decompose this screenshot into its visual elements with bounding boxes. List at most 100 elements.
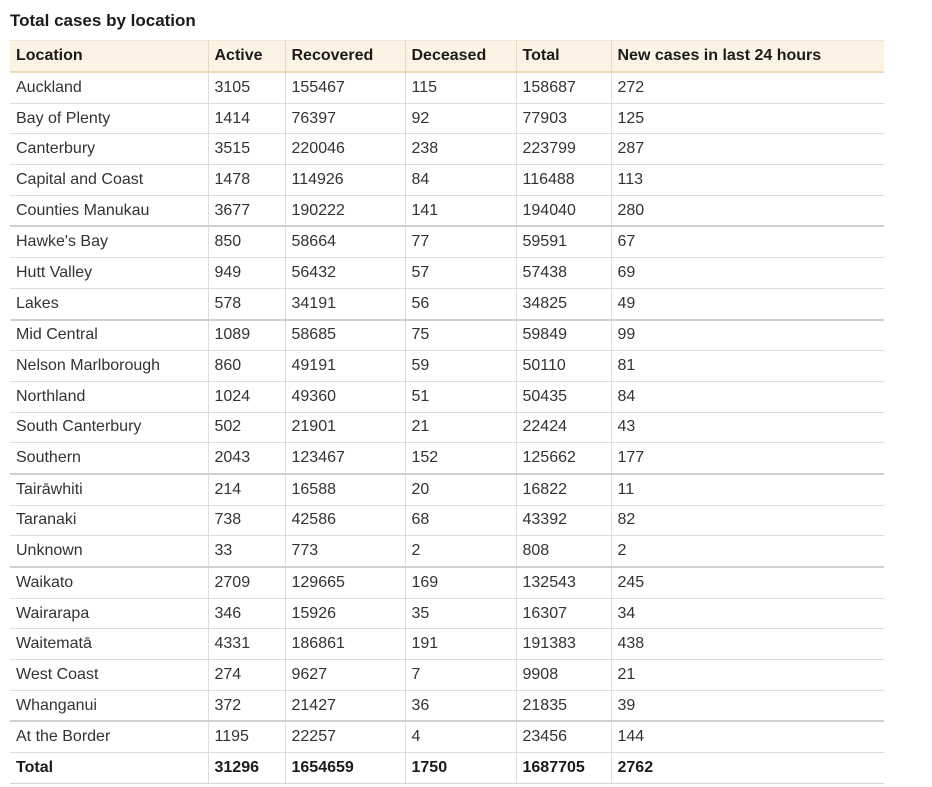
cell-new-cases: 287 xyxy=(611,133,884,166)
cell-total: 50435 xyxy=(516,381,612,413)
cell-total: 16822 xyxy=(516,473,612,506)
table-row: Whanganui 372 21427 36 21835 39 xyxy=(10,690,884,723)
cell-new-cases: 81 xyxy=(611,350,884,382)
cell-recovered: 58664 xyxy=(285,226,406,259)
cell-location: Hutt Valley xyxy=(10,257,209,289)
cell-new-cases: 144 xyxy=(611,721,884,754)
table-row: Bay of Plenty 1414 76397 92 77903 125 xyxy=(10,103,884,135)
column-header-location: Location xyxy=(10,40,209,73)
cell-active: 1024 xyxy=(208,381,286,413)
cell-deceased: 4 xyxy=(405,721,517,754)
cell-deceased: 56 xyxy=(405,288,517,321)
cell-deceased: 115 xyxy=(405,72,517,104)
cell-total: 50110 xyxy=(516,350,612,382)
cell-new-cases: 11 xyxy=(611,473,884,506)
cell-location: Southern xyxy=(10,442,209,475)
cell-new-cases: 43 xyxy=(611,412,884,444)
total-cell-recovered: 1654659 xyxy=(285,752,406,784)
cell-new-cases: 69 xyxy=(611,257,884,289)
table-row: Lakes 578 34191 56 34825 49 xyxy=(10,288,884,321)
cell-location: Hawke's Bay xyxy=(10,226,209,259)
table-row: Hutt Valley 949 56432 57 57438 69 xyxy=(10,257,884,289)
cell-location: Mid Central xyxy=(10,319,209,352)
cell-new-cases: 21 xyxy=(611,659,884,691)
cell-location: Waitematā xyxy=(10,628,209,661)
cell-recovered: 21427 xyxy=(285,690,406,723)
cell-recovered: 16588 xyxy=(285,473,406,506)
table-header-row: Location Active Recovered Deceased Total… xyxy=(10,40,884,73)
cell-total: 59849 xyxy=(516,319,612,352)
cell-total: 223799 xyxy=(516,133,612,166)
cell-active: 2709 xyxy=(208,567,286,599)
cell-total: 21835 xyxy=(516,690,612,723)
cell-new-cases: 49 xyxy=(611,288,884,321)
table-title: Total cases by location xyxy=(10,11,196,30)
cell-location: West Coast xyxy=(10,659,209,691)
cell-recovered: 49360 xyxy=(285,381,406,413)
cell-new-cases: 245 xyxy=(611,567,884,599)
cell-deceased: 169 xyxy=(405,567,517,599)
cell-location: Lakes xyxy=(10,288,209,321)
cell-deceased: 20 xyxy=(405,473,517,506)
cell-location: Whanganui xyxy=(10,690,209,723)
cell-recovered: 129665 xyxy=(285,567,406,599)
cell-location: Bay of Plenty xyxy=(10,103,209,135)
cell-location: South Canterbury xyxy=(10,412,209,444)
table-row: Wairarapa 346 15926 35 16307 34 xyxy=(10,598,884,630)
table-row: Southern 2043 123467 152 125662 177 xyxy=(10,442,884,475)
cell-new-cases: 272 xyxy=(611,72,884,104)
cell-location: Unknown xyxy=(10,535,209,569)
cell-location: Wairarapa xyxy=(10,598,209,630)
total-cell-active: 31296 xyxy=(208,752,286,784)
cell-deceased: 191 xyxy=(405,628,517,661)
cell-recovered: 58685 xyxy=(285,319,406,352)
table-row: Auckland 3105 155467 115 158687 272 xyxy=(10,72,884,104)
cell-active: 3105 xyxy=(208,72,286,104)
cell-new-cases: 39 xyxy=(611,690,884,723)
total-cell-deceased: 1750 xyxy=(405,752,517,784)
table-row: At the Border 1195 22257 4 23456 144 xyxy=(10,721,884,754)
cell-deceased: 7 xyxy=(405,659,517,691)
cell-total: 132543 xyxy=(516,567,612,599)
cell-deceased: 57 xyxy=(405,257,517,289)
column-header-deceased: Deceased xyxy=(405,40,517,73)
cell-total: 194040 xyxy=(516,195,612,228)
cell-new-cases: 125 xyxy=(611,103,884,135)
cell-recovered: 9627 xyxy=(285,659,406,691)
cell-new-cases: 82 xyxy=(611,505,884,537)
column-header-recovered: Recovered xyxy=(285,40,406,73)
cell-new-cases: 67 xyxy=(611,226,884,259)
cell-location: Tairāwhiti xyxy=(10,473,209,506)
cell-deceased: 36 xyxy=(405,690,517,723)
column-header-total: Total xyxy=(516,40,612,73)
cell-total: 43392 xyxy=(516,505,612,537)
table-row: Hawke's Bay 850 58664 77 59591 67 xyxy=(10,226,884,259)
cell-recovered: 42586 xyxy=(285,505,406,537)
cell-deceased: 35 xyxy=(405,598,517,630)
cell-deceased: 84 xyxy=(405,164,517,196)
total-cell-location: Total xyxy=(10,752,209,784)
cell-total: 23456 xyxy=(516,721,612,754)
cell-deceased: 238 xyxy=(405,133,517,166)
cell-active: 2043 xyxy=(208,442,286,475)
cell-deceased: 92 xyxy=(405,103,517,135)
cell-active: 738 xyxy=(208,505,286,537)
cell-deceased: 68 xyxy=(405,505,517,537)
cell-location: Waikato xyxy=(10,567,209,599)
total-row: Total 31296 1654659 1750 1687705 2762 xyxy=(10,752,884,784)
table-row: Unknown 33 773 2 808 2 xyxy=(10,535,884,569)
cell-location: Nelson Marlborough xyxy=(10,350,209,382)
cell-recovered: 190222 xyxy=(285,195,406,228)
cell-deceased: 152 xyxy=(405,442,517,475)
cell-recovered: 49191 xyxy=(285,350,406,382)
cell-recovered: 21901 xyxy=(285,412,406,444)
cell-location: Northland xyxy=(10,381,209,413)
cell-location: Counties Manukau xyxy=(10,195,209,228)
cell-recovered: 123467 xyxy=(285,442,406,475)
cell-total: 34825 xyxy=(516,288,612,321)
table-row: Waikato 2709 129665 169 132543 245 xyxy=(10,567,884,599)
cell-active: 578 xyxy=(208,288,286,321)
cell-new-cases: 280 xyxy=(611,195,884,228)
cell-deceased: 77 xyxy=(405,226,517,259)
cell-location: Capital and Coast xyxy=(10,164,209,196)
